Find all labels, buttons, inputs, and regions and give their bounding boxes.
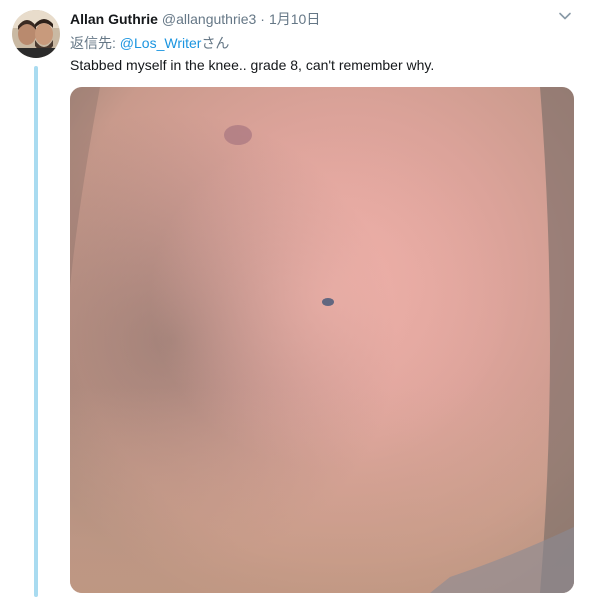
tweet-date[interactable]: 1月10日	[269, 9, 320, 29]
reply-suffix: さん	[201, 35, 230, 51]
separator-dot: ·	[260, 11, 265, 27]
author-handle[interactable]: @allanguthrie3	[162, 11, 256, 27]
reply-to-line: 返信先: @Los_Writerさん	[70, 33, 229, 53]
chevron-down-icon[interactable]	[558, 9, 572, 23]
tweet-photo[interactable]	[70, 87, 574, 593]
avatar[interactable]	[12, 10, 60, 58]
author-name[interactable]: Allan Guthrie	[70, 11, 158, 27]
tweet: Allan Guthrie @allanguthrie3 · 1月10日 返信先…	[0, 0, 589, 597]
reply-prefix: 返信先:	[70, 35, 120, 51]
thread-line	[34, 66, 38, 597]
tweet-text: Stabbed myself in the knee.. grade 8, ca…	[70, 57, 435, 73]
tweet-header: Allan Guthrie @allanguthrie3 · 1月10日	[70, 9, 320, 29]
reply-mention-link[interactable]: @Los_Writer	[120, 35, 202, 51]
